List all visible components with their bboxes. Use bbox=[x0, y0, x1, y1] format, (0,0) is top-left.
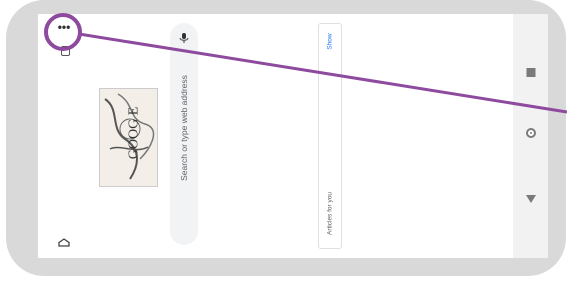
search-input[interactable]: Search or type web address bbox=[170, 23, 198, 245]
back-triangle-icon[interactable] bbox=[525, 195, 536, 203]
google-doodle-image[interactable]: GOOG E bbox=[99, 88, 158, 187]
doodle-text: GOOG E bbox=[126, 106, 142, 160]
home-icon[interactable] bbox=[58, 238, 70, 247]
recent-apps-square-icon[interactable] bbox=[526, 68, 535, 77]
microphone-icon[interactable] bbox=[178, 32, 190, 44]
highlight-ring bbox=[44, 13, 82, 51]
articles-card: Show Articles for you bbox=[318, 23, 342, 249]
show-articles-link[interactable]: Show bbox=[327, 17, 334, 67]
home-circle-icon[interactable] bbox=[525, 128, 536, 138]
articles-label: Articles for you bbox=[326, 192, 334, 235]
search-placeholder: Search or type web address bbox=[179, 75, 189, 181]
android-nav-bar bbox=[513, 14, 548, 258]
